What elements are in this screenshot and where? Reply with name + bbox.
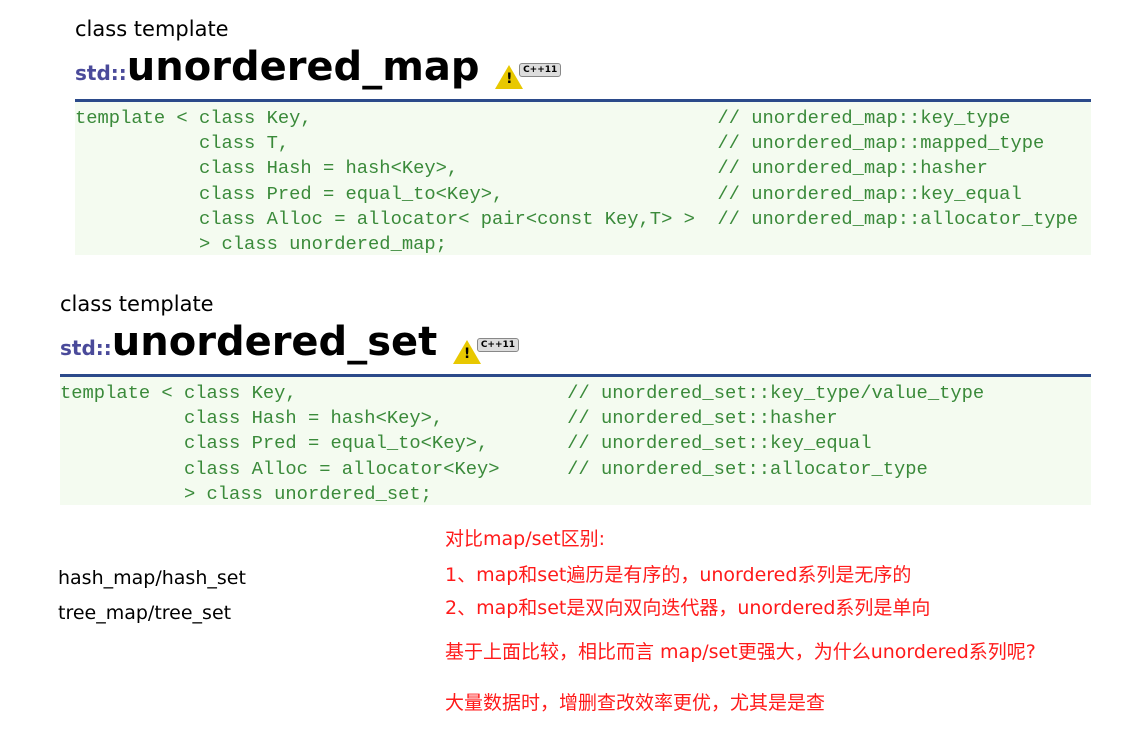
- set-kind-label: class template: [60, 292, 214, 316]
- cpp11-warning-icon: ! C++11: [495, 62, 562, 89]
- notes-point-2: 2、map和set是双向双向迭代器，unordered系列是单向: [445, 597, 931, 619]
- map-namespace: std::: [75, 61, 127, 85]
- cpp11-warning-icon: ! C++11: [452, 337, 520, 364]
- map-declaration-code: template < class Key,// unordered_map::k…: [75, 102, 1091, 255]
- notes-answer: 大量数据时，增删查改效率更优，尤其是是查: [445, 692, 826, 714]
- notes-point-1: 1、map和set遍历是有序的，unordered系列是无序的: [445, 564, 912, 586]
- map-title: std::unordered_map ! C++11: [75, 44, 562, 90]
- alias-hash: hash_map/hash_set: [58, 567, 246, 589]
- set-name: unordered_set: [111, 319, 438, 365]
- set-namespace: std::: [60, 336, 112, 360]
- map-name: unordered_map: [126, 44, 480, 90]
- map-kind-label: class template: [75, 17, 229, 41]
- set-title: std::unordered_set ! C++11: [60, 319, 520, 365]
- set-declaration-code: template < class Key,// unordered_set::k…: [60, 377, 1091, 505]
- notes-heading: 对比map/set区别:: [445, 528, 606, 550]
- alias-tree: tree_map/tree_set: [58, 602, 232, 624]
- notes-question: 基于上面比较，相比而言 map/set更强大，为什么unordered系列呢?: [445, 641, 1036, 663]
